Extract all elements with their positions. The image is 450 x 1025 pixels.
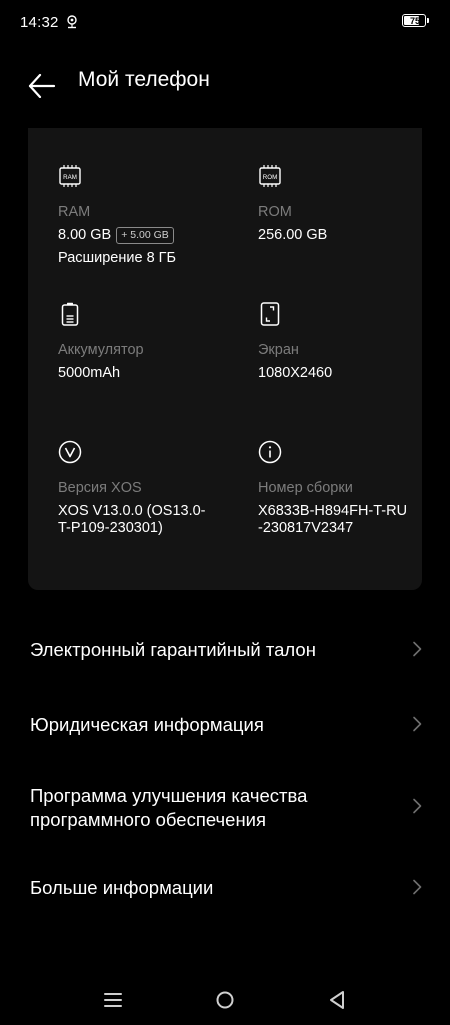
- page-title: Мой телефон: [78, 68, 210, 91]
- status-time: 14:32: [20, 14, 59, 31]
- chevron-right-icon: [413, 798, 422, 814]
- build-value-line2: -230817V2347: [258, 520, 354, 536]
- rom-label: ROM: [258, 204, 292, 220]
- ram-extension-badge: + 5.00 GB: [116, 227, 174, 244]
- menu-label-line1: Программа улучшения качества: [30, 785, 308, 806]
- spec-rom: ROM ROM 256.00 GB: [258, 164, 433, 244]
- battery-icon: [61, 302, 79, 326]
- specs-card: RAM RAM 8.00 GB + 5.00 GB Расширение 8 ГБ…: [28, 128, 422, 590]
- xos-value-line2: T-P109-230301): [58, 520, 163, 536]
- info-icon: [258, 440, 282, 464]
- ram-chip-icon: RAM: [59, 165, 81, 187]
- phone-screen-icon: [260, 302, 280, 326]
- xos-label: Версия XOS: [58, 480, 142, 496]
- rom-icon-text: ROM: [263, 174, 277, 181]
- home-button[interactable]: [213, 988, 237, 1012]
- menu-label-line2: программного обеспечения: [30, 809, 267, 830]
- status-bar: 14:32 75: [0, 0, 450, 44]
- ram-label: RAM: [58, 204, 91, 220]
- chevron-right-icon: [413, 641, 422, 657]
- menu-label: Электронный гарантийный талон: [30, 639, 316, 660]
- battery-level: 75: [409, 16, 420, 26]
- build-value-line1: X6833B-H894FH-T-RU: [258, 503, 408, 519]
- ram-extension-text: Расширение 8 ГБ: [58, 250, 177, 266]
- back-nav-button[interactable]: [325, 988, 349, 1012]
- menu-item-more-info[interactable]: Больше информации: [0, 866, 450, 910]
- menu-item-legal-info[interactable]: Юридическая информация: [0, 703, 450, 747]
- spec-battery: Аккумулятор 5000mAh: [58, 302, 233, 382]
- menu-label: Юридическая информация: [30, 714, 264, 735]
- ram-value: 8.00 GB: [58, 227, 112, 243]
- spec-screen: Экран 1080X2460: [258, 302, 433, 382]
- ram-icon-text: RAM: [63, 174, 77, 181]
- battery-value: 5000mAh: [58, 365, 121, 381]
- rom-chip-icon: ROM: [259, 165, 281, 187]
- location-icon: [66, 15, 78, 29]
- home-icon: [216, 991, 234, 1009]
- screen-value: 1080X2460: [258, 365, 333, 381]
- menu-label: Программа улучшения качества программног…: [30, 784, 390, 832]
- menu-item-quality-program[interactable]: Программа улучшения качества программног…: [0, 780, 450, 836]
- ram-value-row: 8.00 GB + 5.00 GB: [58, 227, 233, 244]
- recent-apps-button[interactable]: [101, 988, 125, 1012]
- spec-build-number: Номер сборки X6833B-H894FH-T-RU -230817V…: [258, 440, 433, 537]
- battery-label: Аккумулятор: [58, 342, 144, 358]
- navigation-bar: [0, 980, 450, 1020]
- xos-logo-icon: [58, 440, 82, 464]
- chevron-right-icon: [413, 716, 422, 732]
- back-triangle-icon: [330, 991, 344, 1009]
- chevron-right-icon: [413, 879, 422, 895]
- battery-icon: 75: [402, 14, 430, 29]
- screen-label: Экран: [258, 342, 299, 358]
- spec-xos-version: Версия XOS XOS V13.0.0 (OS13.0- T-P109-2…: [58, 440, 233, 537]
- menu-icon: [104, 993, 122, 1007]
- spec-ram: RAM RAM 8.00 GB + 5.00 GB Расширение 8 ГБ: [58, 164, 233, 267]
- header: Мой телефон: [0, 58, 450, 104]
- menu-item-warranty-card[interactable]: Электронный гарантийный талон: [0, 628, 450, 672]
- menu-label: Больше информации: [30, 877, 214, 898]
- rom-value: 256.00 GB: [258, 227, 328, 243]
- build-label: Номер сборки: [258, 480, 353, 496]
- xos-value-line1: XOS V13.0.0 (OS13.0-: [58, 503, 206, 519]
- arrow-left-icon: [28, 73, 56, 99]
- back-button[interactable]: [24, 64, 60, 99]
